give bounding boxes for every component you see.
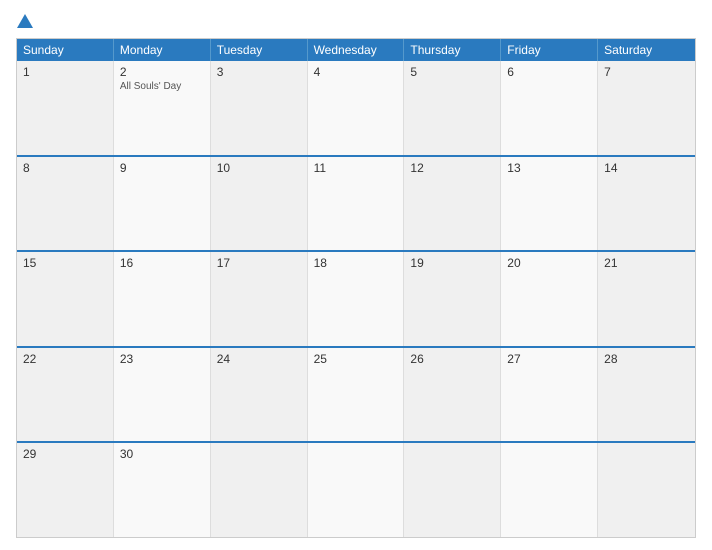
day-cell xyxy=(404,443,501,537)
day-header-sunday: Sunday xyxy=(17,39,114,61)
day-number: 1 xyxy=(23,65,107,79)
day-number: 26 xyxy=(410,352,494,366)
day-number: 6 xyxy=(507,65,591,79)
day-number: 2 xyxy=(120,65,204,79)
logo xyxy=(16,12,34,30)
day-cell: 3 xyxy=(211,61,308,155)
day-cell: 28 xyxy=(598,348,695,442)
calendar-grid: SundayMondayTuesdayWednesdayThursdayFrid… xyxy=(16,38,696,538)
day-header-saturday: Saturday xyxy=(598,39,695,61)
day-number: 28 xyxy=(604,352,689,366)
day-cell: 4 xyxy=(308,61,405,155)
day-number: 27 xyxy=(507,352,591,366)
day-number: 3 xyxy=(217,65,301,79)
day-number: 12 xyxy=(410,161,494,175)
week-row-2: 89 10 11 12 13 14 xyxy=(17,155,695,251)
day-cell xyxy=(211,443,308,537)
day-cell: 5 xyxy=(404,61,501,155)
day-cell: 11 xyxy=(308,157,405,251)
day-cell: 20 xyxy=(501,252,598,346)
week-row-5: 29 30 xyxy=(17,441,695,537)
day-cell xyxy=(598,443,695,537)
day-cell xyxy=(308,443,405,537)
day-cell: 18 xyxy=(308,252,405,346)
day-cell: 29 xyxy=(17,443,114,537)
day-number: 29 xyxy=(23,447,107,461)
day-number: 25 xyxy=(314,352,398,366)
day-cell: 16 xyxy=(114,252,211,346)
day-number: 24 xyxy=(217,352,301,366)
day-cell: 7 xyxy=(598,61,695,155)
day-cell: 24 xyxy=(211,348,308,442)
page: SundayMondayTuesdayWednesdayThursdayFrid… xyxy=(0,0,712,550)
day-header-tuesday: Tuesday xyxy=(211,39,308,61)
day-cell: 14 xyxy=(598,157,695,251)
logo-triangle-icon xyxy=(16,12,34,30)
day-cell: 21 xyxy=(598,252,695,346)
day-header-thursday: Thursday xyxy=(404,39,501,61)
day-number: 8 xyxy=(23,161,107,175)
day-number: 14 xyxy=(604,161,689,175)
day-cell: 6 xyxy=(501,61,598,155)
day-number: 18 xyxy=(314,256,398,270)
day-header-monday: Monday xyxy=(114,39,211,61)
day-number: 21 xyxy=(604,256,689,270)
day-number: 17 xyxy=(217,256,301,270)
day-cell xyxy=(501,443,598,537)
day-number: 23 xyxy=(120,352,204,366)
day-cell: 10 xyxy=(211,157,308,251)
day-number: 11 xyxy=(314,161,398,175)
day-cell: 22 xyxy=(17,348,114,442)
day-cell: 30 xyxy=(114,443,211,537)
week-row-3: 15 16 17 18 19 20 21 xyxy=(17,250,695,346)
day-cell: 8 xyxy=(17,157,114,251)
day-number: 16 xyxy=(120,256,204,270)
day-cell: 17 xyxy=(211,252,308,346)
day-header-wednesday: Wednesday xyxy=(308,39,405,61)
day-number: 20 xyxy=(507,256,591,270)
day-cell: 26 xyxy=(404,348,501,442)
day-number: 7 xyxy=(604,65,689,79)
day-cell: 13 xyxy=(501,157,598,251)
day-headers-row: SundayMondayTuesdayWednesdayThursdayFrid… xyxy=(17,39,695,61)
day-number: 22 xyxy=(23,352,107,366)
calendar-weeks: 12All Souls' Day345678910111213141516171… xyxy=(17,61,695,537)
day-cell: 1 xyxy=(17,61,114,155)
day-number: 4 xyxy=(314,65,398,79)
day-cell: 12 xyxy=(404,157,501,251)
day-cell: 23 xyxy=(114,348,211,442)
day-number: 5 xyxy=(410,65,494,79)
day-cell: 25 xyxy=(308,348,405,442)
week-row-4: 22 23 24 25 26 27 28 xyxy=(17,346,695,442)
day-number: 30 xyxy=(120,447,204,461)
calendar-header xyxy=(16,12,696,30)
day-header-friday: Friday xyxy=(501,39,598,61)
day-event: All Souls' Day xyxy=(120,81,204,92)
day-cell: 15 xyxy=(17,252,114,346)
day-cell: 27 xyxy=(501,348,598,442)
week-row-1: 12 All Souls' Day 34567 xyxy=(17,61,695,155)
day-cell: 9 xyxy=(114,157,211,251)
day-number: 19 xyxy=(410,256,494,270)
day-cell: 2 All Souls' Day xyxy=(114,61,211,155)
day-number: 13 xyxy=(507,161,591,175)
day-number: 10 xyxy=(217,161,301,175)
day-number: 9 xyxy=(120,161,204,175)
day-number: 15 xyxy=(23,256,107,270)
day-cell: 19 xyxy=(404,252,501,346)
